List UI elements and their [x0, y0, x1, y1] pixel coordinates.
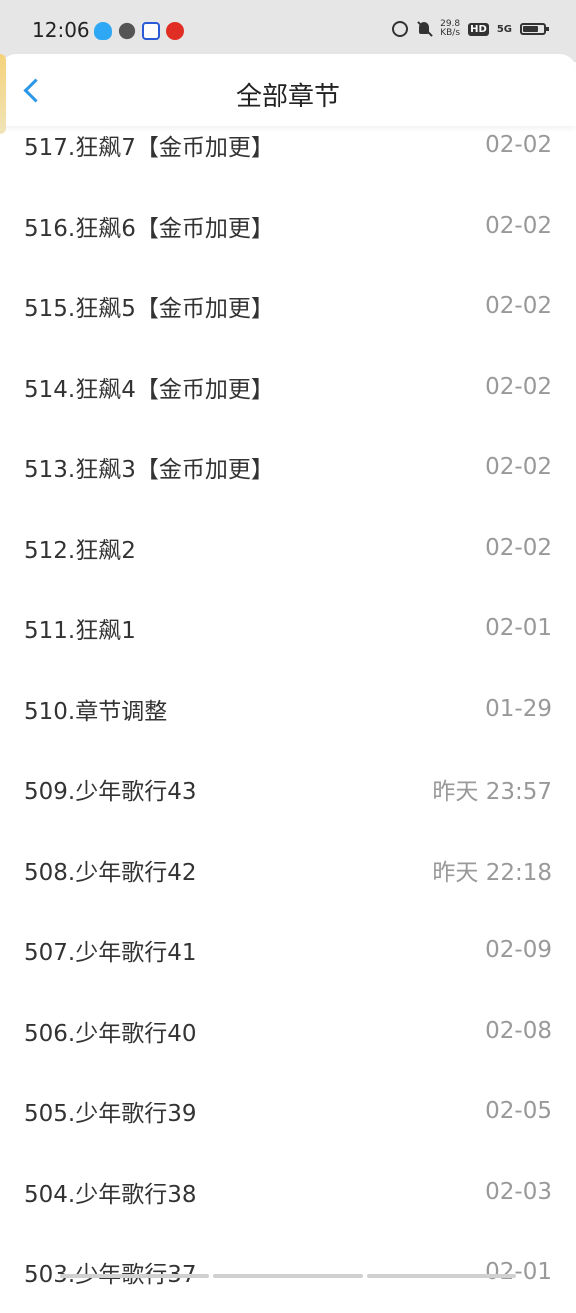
gesture-segment [60, 1274, 210, 1278]
status-time: 12:06 [32, 18, 90, 42]
chapter-row[interactable]: 508.少年歌行42 昨天 22:18 [0, 830, 576, 911]
chapter-date: 02-09 [485, 937, 552, 964]
chapter-row[interactable]: 503.少年歌行37 02-01 [0, 1232, 576, 1313]
chapter-title: 517.狂飙7【金币加更】 [24, 135, 274, 162]
page-header: 全部章节 [0, 54, 576, 126]
chapter-row[interactable]: 509.少年歌行43 昨天 23:57 [0, 749, 576, 830]
signal-5g-icon: 5G [496, 23, 512, 35]
gesture-bar [60, 1274, 516, 1278]
wechat-icon [118, 22, 136, 40]
chapter-title: 509.少年歌行43 [24, 779, 197, 806]
chapter-title: 511.狂飙1 [24, 618, 136, 645]
chapter-row[interactable]: 507.少年歌行41 02-09 [0, 910, 576, 991]
news-app-icon [166, 22, 184, 40]
network-speed-unit: KB/s [440, 28, 461, 38]
chapter-row[interactable]: 512.狂飙2 02-02 [0, 508, 576, 589]
chapter-row[interactable]: 515.狂飙5【金币加更】 02-02 [0, 266, 576, 347]
chapter-date: 02-02 [485, 132, 552, 159]
chapter-row[interactable]: 516.狂飙6【金币加更】 02-02 [0, 186, 576, 267]
chapter-row[interactable]: 505.少年歌行39 02-05 [0, 1071, 576, 1152]
chapter-date: 01-29 [485, 695, 552, 722]
page-title: 全部章节 [235, 82, 340, 112]
chapter-date: 02-01 [485, 615, 552, 642]
chapter-row[interactable]: 513.狂飙3【金币加更】 02-02 [0, 427, 576, 508]
hd-badge: HD [468, 22, 489, 36]
chapter-date: 02-08 [485, 1017, 552, 1044]
side-accent [0, 54, 6, 134]
chapter-date: 02-05 [485, 1098, 552, 1125]
status-bar: 12:06 29.8 KB/s HD 5G [0, 0, 576, 62]
gesture-segment [366, 1274, 516, 1278]
chapter-date: 02-02 [485, 454, 552, 481]
bank-app-icon [142, 22, 160, 40]
chapter-title: 516.狂飙6【金币加更】 [24, 215, 274, 242]
alarm-icon [392, 21, 409, 37]
system-icons: 29.8 KB/s HD 5G [392, 20, 549, 38]
chapter-row[interactable]: 510.章节调整 01-29 [0, 669, 576, 750]
mute-icon [416, 21, 432, 37]
gesture-segment [213, 1274, 363, 1278]
battery-fill [523, 26, 539, 32]
qq-icon [94, 22, 112, 40]
chapter-date: 昨天 23:57 [432, 779, 552, 806]
battery-icon [520, 23, 549, 35]
chapter-title: 507.少年歌行41 [24, 940, 197, 967]
chapter-row[interactable]: 514.狂飙4【金币加更】 02-02 [0, 347, 576, 428]
chapter-title: 510.章节调整 [24, 698, 168, 725]
chapter-date: 02-02 [485, 373, 552, 400]
chapter-date: 02-02 [485, 293, 552, 320]
chapter-date: 02-03 [485, 1178, 552, 1205]
chapter-title: 504.少年歌行38 [24, 1181, 197, 1208]
chapter-list[interactable]: 517.狂飙7【金币加更】 02-02 516.狂飙6【金币加更】 02-02 515.… [0, 105, 576, 1313]
chapter-date: 昨天 22:18 [432, 859, 552, 886]
chapter-title: 512.狂飙2 [24, 537, 136, 564]
notification-icons [94, 22, 184, 40]
chapter-title: 506.少年歌行40 [24, 1020, 197, 1047]
chapter-date: 02-02 [485, 534, 552, 561]
chapter-title: 505.少年歌行39 [24, 1101, 197, 1128]
chapter-row[interactable]: 504.少年歌行38 02-03 [0, 1152, 576, 1233]
chapter-row[interactable]: 506.少年歌行40 02-08 [0, 991, 576, 1072]
chapter-title: 508.少年歌行42 [24, 859, 197, 886]
chapter-date: 02-02 [485, 212, 552, 239]
network-speed: 29.8 KB/s [440, 20, 460, 38]
chapter-title: 503.少年歌行37 [24, 1262, 197, 1289]
chapter-title: 515.狂飙5【金币加更】 [24, 296, 274, 323]
chapter-date: 02-01 [485, 1259, 552, 1286]
chapter-row[interactable]: 511.狂飙1 02-01 [0, 588, 576, 669]
chapter-title: 513.狂飙3【金币加更】 [24, 457, 274, 484]
chapter-title: 514.狂飙4【金币加更】 [24, 376, 274, 403]
